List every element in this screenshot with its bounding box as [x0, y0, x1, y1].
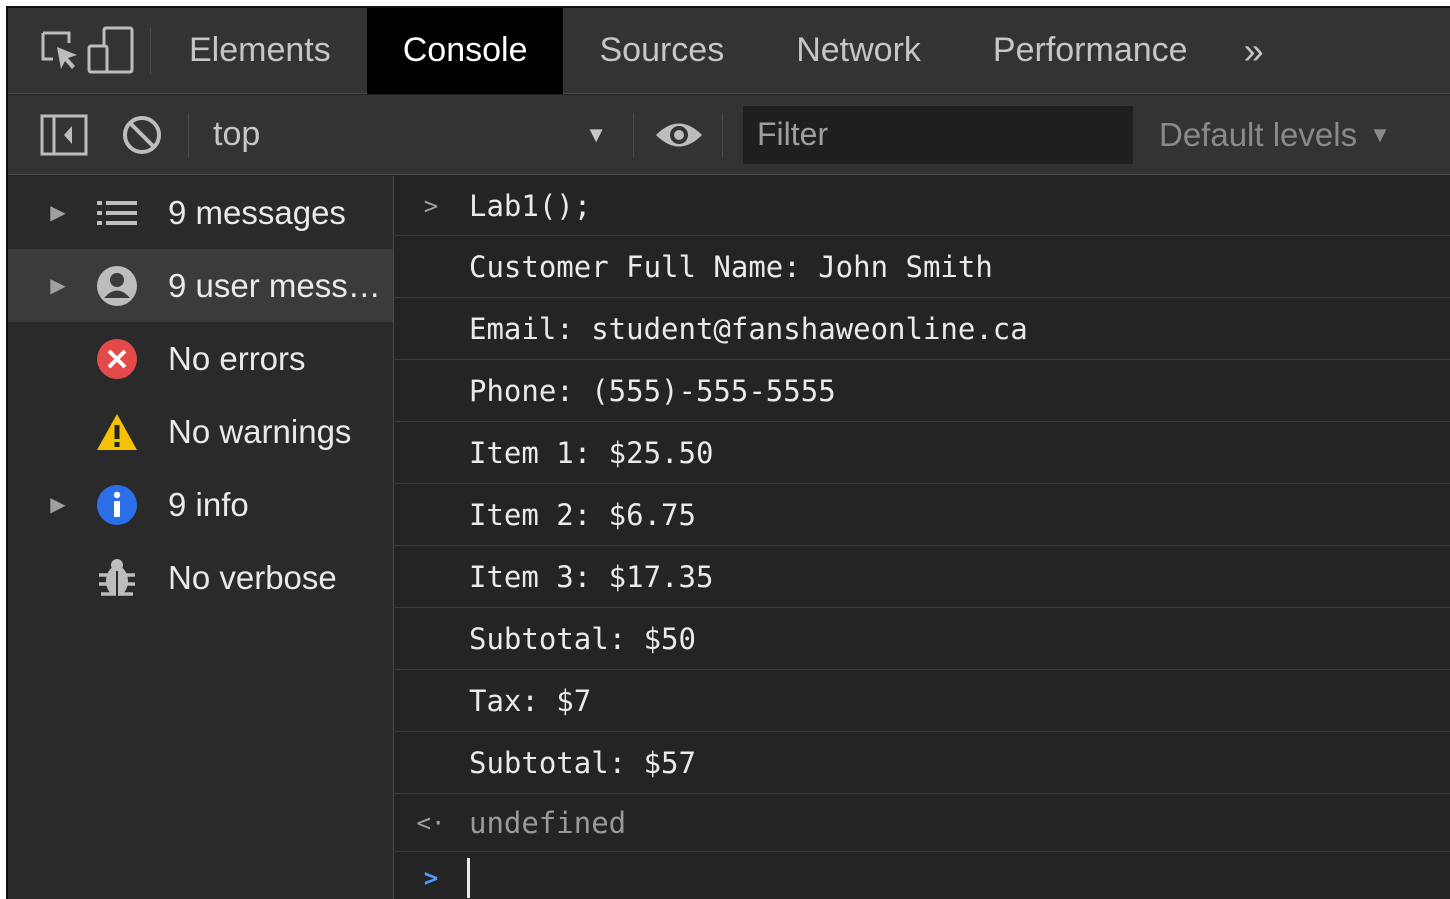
sidebar-item-user-messages[interactable]: ▶ 9 user mess…: [8, 249, 393, 322]
sidebar-toggle-icon: [40, 114, 88, 155]
log-message: Item 3: $17.35: [469, 559, 714, 594]
context-selector-value: top: [213, 115, 261, 153]
clear-console-button[interactable]: [112, 95, 172, 175]
log-message: Customer Full Name: John Smith: [469, 249, 993, 284]
result-arrow-icon: <·: [416, 808, 446, 837]
expand-arrow-icon[interactable]: ▶: [48, 200, 68, 225]
expand-arrow-icon[interactable]: ▶: [48, 492, 68, 517]
console-output[interactable]: > Lab1(); Customer Full Name: John Smith…: [395, 176, 1450, 899]
console-log-row: Item 3: $17.35: [395, 546, 1450, 608]
warning-icon: [94, 409, 140, 455]
error-icon: [94, 336, 140, 382]
sidebar-item-label: 9 messages: [168, 193, 346, 231]
log-message: Item 2: $6.75: [469, 497, 696, 532]
devtools-window: Elements Console Sources Network Perform…: [6, 6, 1450, 899]
console-result-row: <· undefined: [395, 794, 1450, 852]
dropdown-caret-icon: ▼: [585, 121, 607, 147]
inspect-element-button[interactable]: [36, 8, 86, 94]
console-input-text: Lab1();: [469, 188, 592, 223]
tab-elements[interactable]: Elements: [169, 8, 367, 94]
clear-icon: [123, 115, 161, 154]
toolbar-separator: [722, 112, 723, 157]
context-selector[interactable]: top ▼: [213, 95, 633, 175]
log-levels-label: Default levels: [1159, 115, 1358, 153]
console-sidebar: ▶ 9 messages ▶ 9 user mess… No errors No…: [8, 176, 394, 899]
sidebar-item-label: No errors: [168, 339, 306, 377]
info-icon: [94, 482, 140, 528]
device-icon: [87, 26, 134, 73]
inspect-icon: [41, 31, 77, 69]
eye-icon: [656, 123, 702, 146]
tab-network[interactable]: Network: [760, 8, 957, 94]
console-log-row: Customer Full Name: John Smith: [395, 236, 1450, 298]
dropdown-caret-icon: ▼: [1369, 121, 1391, 147]
text-cursor: [467, 858, 470, 898]
log-message: Email: student@fanshaweonline.ca: [469, 311, 1028, 346]
prompt-chevron-icon: >: [423, 864, 439, 892]
console-log-row: Item 1: $25.50: [395, 422, 1450, 484]
sidebar-item-errors[interactable]: ▶ No errors: [8, 322, 393, 395]
console-log-row: Tax: $7: [395, 670, 1450, 732]
tab-console[interactable]: Console: [366, 8, 564, 94]
sidebar-item-label: 9 user mess…: [168, 266, 381, 304]
log-message: Tax: $7: [469, 683, 592, 718]
sidebar-item-label: No verbose: [168, 558, 337, 596]
log-message: Subtotal: $57: [469, 745, 696, 780]
log-message: Subtotal: $50: [469, 621, 696, 656]
devtools-tab-bar: Elements Console Sources Network Perform…: [8, 8, 1450, 94]
sidebar-item-label: 9 info: [168, 485, 249, 523]
live-expression-button[interactable]: [644, 95, 714, 175]
log-message: Phone: (555)-555-5555: [469, 373, 836, 408]
tab-bar-separator: [150, 27, 151, 74]
console-log-row: Subtotal: $50: [395, 608, 1450, 670]
user-icon: [94, 263, 140, 309]
sidebar-item-verbose[interactable]: ▶ No verbose: [8, 541, 393, 614]
tab-performance[interactable]: Performance: [957, 8, 1224, 94]
console-log-row: Item 2: $6.75: [395, 484, 1450, 546]
console-log-row: Email: student@fanshaweonline.ca: [395, 298, 1450, 360]
log-message: Item 1: $25.50: [469, 435, 714, 470]
tab-sources[interactable]: Sources: [563, 8, 760, 94]
more-tabs-button[interactable]: »: [1224, 8, 1284, 94]
sidebar-item-warnings[interactable]: ▶ No warnings: [8, 395, 393, 468]
console-result-value: undefined: [469, 805, 627, 840]
sidebar-item-messages[interactable]: ▶ 9 messages: [8, 176, 393, 249]
console-prompt[interactable]: >: [395, 852, 1450, 899]
log-levels-dropdown[interactable]: Default levels ▼: [1159, 116, 1391, 154]
input-chevron-icon: >: [423, 191, 439, 220]
console-log-row: Subtotal: $57: [395, 732, 1450, 794]
sidebar-item-info[interactable]: ▶ 9 info: [8, 468, 393, 541]
console-input-entry: > Lab1();: [395, 176, 1450, 236]
console-log-row: Phone: (555)-555-5555: [395, 360, 1450, 422]
toolbar-separator: [188, 112, 189, 157]
list-icon: [94, 190, 140, 236]
console-toolbar: top ▼ Default levels ▼: [8, 95, 1450, 175]
toggle-sidebar-button[interactable]: [34, 95, 94, 175]
sidebar-item-label: No warnings: [168, 412, 352, 450]
expand-arrow-icon[interactable]: ▶: [48, 273, 68, 298]
bug-icon: [94, 555, 140, 601]
filter-input[interactable]: [743, 105, 1133, 164]
toolbar-separator: [633, 112, 634, 157]
device-toolbar-button[interactable]: [86, 8, 136, 94]
